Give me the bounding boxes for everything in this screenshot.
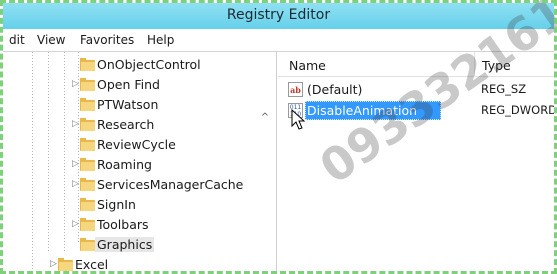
folder-icon: [80, 218, 95, 231]
tree-guide-line: [32, 52, 33, 271]
tree-node-label: ServicesManagerCache: [97, 177, 244, 192]
key-tree-pane[interactable]: OnObjectControl ▷ Open Find PTWatson ▷ Resear…: [3, 52, 277, 271]
folder-icon: [80, 118, 95, 131]
folder-icon: [80, 238, 95, 251]
folder-icon: [80, 178, 95, 191]
tree-node-label: Graphics: [95, 237, 155, 252]
mouse-cursor-icon: [291, 109, 305, 130]
folder-icon: [80, 98, 95, 111]
folder-icon: [80, 58, 95, 71]
tree-guide-line: [64, 52, 65, 252]
title-bar: Registry Editor: [3, 3, 554, 29]
string-value-icon: ab: [288, 82, 303, 97]
menu-favorites[interactable]: Favorites: [80, 33, 134, 47]
menu-edit[interactable]: dit: [9, 33, 25, 47]
window-title: Registry Editor: [226, 7, 331, 23]
tree-node-label: Excel: [75, 257, 109, 271]
menu-view[interactable]: View: [37, 33, 65, 47]
value-name: (Default): [307, 82, 363, 97]
tree-node-label: Roaming: [97, 157, 152, 172]
expand-arrow-icon[interactable]: ▷: [72, 179, 80, 189]
tree-node-label: PTWatson: [97, 97, 159, 112]
folder-icon: [80, 78, 95, 91]
scroll-up-arrow[interactable]: ^: [259, 112, 271, 124]
menu-help[interactable]: Help: [147, 33, 174, 47]
column-header-name[interactable]: Name: [289, 58, 326, 73]
expand-arrow-icon[interactable]: ▷: [50, 259, 58, 269]
expand-arrow-icon[interactable]: ▷: [72, 119, 80, 129]
expand-arrow-icon[interactable]: ▷: [72, 79, 80, 89]
expand-arrow-icon[interactable]: ▷: [72, 219, 80, 229]
tree-node-label: Toolbars: [97, 217, 149, 232]
tree-node-label: Open Find: [97, 77, 160, 92]
tree-node-label: SignIn: [97, 197, 136, 212]
folder-icon: [80, 198, 95, 211]
folder-icon: [58, 258, 73, 271]
expand-arrow-icon[interactable]: ▷: [72, 159, 80, 169]
tree-node-label: OnObjectControl: [97, 57, 201, 72]
folder-icon: [80, 158, 95, 171]
tree-node-label: ReviewCycle: [97, 137, 176, 152]
value-type: REG_DWORD: [481, 103, 554, 117]
folder-icon: [80, 138, 95, 151]
tree-node-label: Research: [97, 117, 155, 132]
tree-guide-line: [48, 52, 49, 252]
